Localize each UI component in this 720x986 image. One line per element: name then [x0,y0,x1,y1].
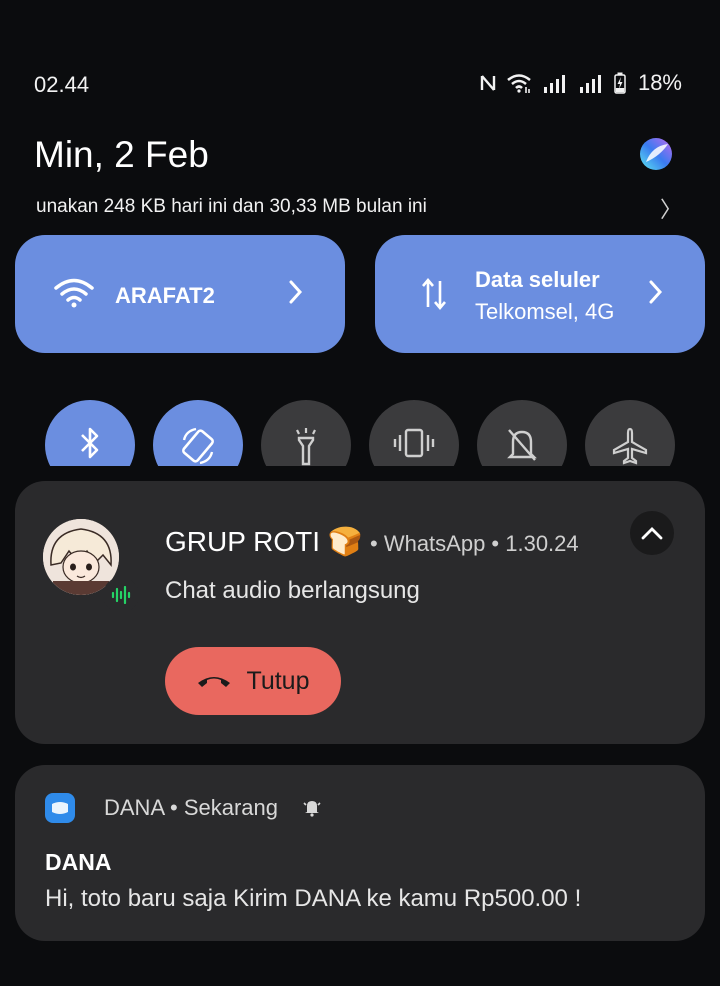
signal-icon [578,73,604,93]
notification-body: Chat audio berlangsung [165,577,420,604]
wifi-icon [506,73,532,93]
airplane-icon [612,427,648,465]
notification-meta: • WhatsApp • 1.30.24 [370,531,579,556]
edge-panel-icon[interactable] [638,136,674,172]
hang-up-button[interactable]: Tutup [165,647,341,715]
clock: 02.44 [34,72,90,97]
flashlight-toggle[interactable] [261,400,351,466]
status-bar: 02.44 18% [0,62,720,106]
wifi-icon [53,277,95,314]
mobile-data-tile[interactable]: Data seluler Telkomsel, 4G [375,235,705,353]
signal-icon [542,73,568,93]
battery-charging-icon [614,72,626,94]
collapse-button[interactable] [630,511,674,555]
dana-app-icon [45,793,75,823]
status-icons: 18% [480,70,682,96]
vibrate-icon [393,428,435,458]
bluetooth-toggle[interactable] [45,400,135,466]
phone-hangup-icon [198,677,231,687]
audio-wave-icon [103,577,139,613]
auto-rotate-icon [182,427,214,465]
carrier-label: Telkomsel, 4G [475,299,615,324]
hang-up-label: Tutup [246,666,310,695]
wifi-network-name: ARAFAT2 [115,283,215,308]
bell-off-icon [507,429,537,461]
mute-toggle[interactable] [477,400,567,466]
date-label: Min, 2 Feb [34,134,209,175]
data-usage-text[interactable]: unakan 248 KB hari ini dan 30,33 MB bula… [36,196,427,218]
battery-percent: 18% [637,70,682,95]
data-transfer-icon [421,277,447,316]
dana-notification[interactable]: DANA • Sekarang DANA Hi, toto baru saja … [15,765,705,941]
airplane-mode-toggle[interactable] [585,400,675,466]
auto-rotate-toggle[interactable] [153,400,243,466]
nfc-icon [480,73,496,93]
flashlight-icon [296,428,316,466]
notification-app-line: DANA • Sekarang [104,795,279,820]
whatsapp-call-notification[interactable]: GRUP ROTI 🍞 • WhatsApp • 1.30.24 Chat au… [15,481,705,744]
chevron-up-icon [641,527,663,540]
notification-title: DANA [45,849,112,875]
vibrate-toggle[interactable] [369,400,459,466]
mobile-data-label: Data seluler [475,267,600,292]
bluetooth-icon [81,427,99,459]
chevron-right-icon[interactable] [287,277,305,312]
chevron-right-icon[interactable]: 〉 [660,192,682,224]
wifi-tile[interactable]: ARAFAT2 [15,235,345,353]
bell-icon [302,797,322,822]
notification-title: GRUP ROTI 🍞 [165,526,363,557]
chevron-right-icon[interactable] [647,277,665,312]
quick-settings-row [0,398,720,466]
notification-body: Hi, toto baru saja Kirim DANA ke kamu Rp… [45,885,582,912]
